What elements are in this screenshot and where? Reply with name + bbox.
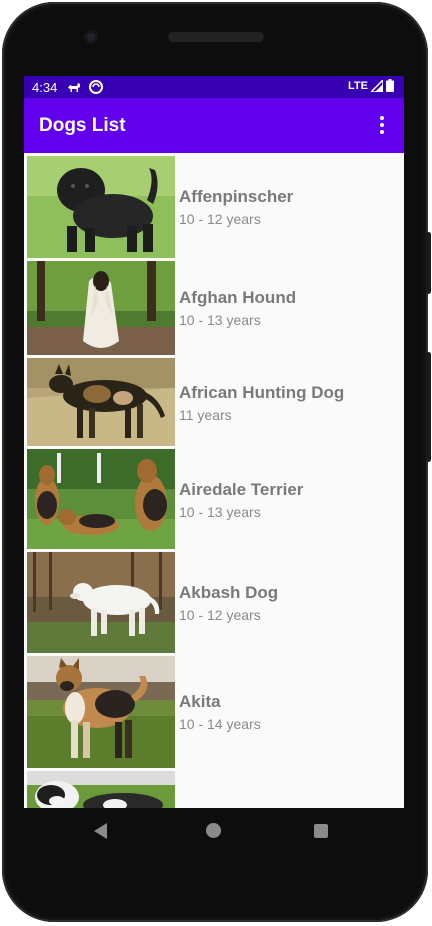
dog-name: Airedale Terrier xyxy=(179,480,304,499)
list-item-akita[interactable]: Akita 10 - 14 years xyxy=(24,656,404,768)
dog-photo xyxy=(27,261,175,355)
signal-icon xyxy=(371,79,383,92)
dog-life-span: 10 - 13 years xyxy=(179,312,261,328)
dog-photo xyxy=(27,552,175,653)
dog-photo xyxy=(27,656,175,768)
dog-photo xyxy=(27,156,175,258)
list-item-affenpinscher[interactable]: Affenpinscher 10 - 12 years xyxy=(24,156,404,258)
dog-name: Akbash Dog xyxy=(179,583,279,602)
dog-photo xyxy=(27,771,175,808)
status-right: LTE xyxy=(348,79,394,92)
dog-name: African Hunting Dog xyxy=(179,383,345,402)
list-item-akbash-dog[interactable]: Akbash Dog 10 - 12 years xyxy=(24,552,404,653)
list-item-partial[interactable] xyxy=(24,771,404,808)
battery-icon xyxy=(386,79,394,92)
power-button xyxy=(426,232,431,294)
earpiece-speaker xyxy=(168,32,264,42)
dog-life-span: 10 - 12 years xyxy=(179,607,261,623)
list-item-afghan-hound[interactable]: Afghan Hound 10 - 13 years xyxy=(24,261,404,355)
back-icon[interactable] xyxy=(94,823,107,839)
network-label: LTE xyxy=(348,79,368,92)
front-camera xyxy=(84,30,98,44)
dog-photo xyxy=(27,358,175,446)
dog-name: Afghan Hound xyxy=(179,288,297,307)
dog-list: Affenpinscher 10 - 12 years Afghan Hound xyxy=(24,153,404,808)
overflow-menu-icon[interactable] xyxy=(370,110,394,140)
app-bar: Dogs List xyxy=(24,98,404,153)
dog-photo xyxy=(27,449,175,549)
status-time: 4:34 xyxy=(32,80,58,95)
app-title: Dogs List xyxy=(39,115,126,136)
dog-name: Akita xyxy=(179,692,221,711)
sync-icon xyxy=(89,80,103,94)
list-item-african-hunting-dog[interactable]: African Hunting Dog 11 years xyxy=(24,358,404,446)
recents-icon[interactable] xyxy=(314,824,328,838)
list-item-airedale-terrier[interactable]: Airedale Terrier 10 - 13 years xyxy=(24,449,404,549)
status-bar: 4:34 LTE xyxy=(24,76,404,98)
dog-icon xyxy=(68,83,80,92)
dog-name: Affenpinscher xyxy=(179,187,294,206)
volume-button xyxy=(426,352,431,462)
dog-life-span: 10 - 14 years xyxy=(179,716,261,732)
home-icon[interactable] xyxy=(206,823,221,838)
app-screen: 4:34 LTE Dogs List Affenpinscher 10 - 12… xyxy=(24,76,404,808)
dog-life-span: 10 - 13 years xyxy=(179,504,261,520)
system-nav-bar xyxy=(24,808,404,854)
dog-life-span: 10 - 12 years xyxy=(179,211,261,227)
dog-life-span: 11 years xyxy=(179,407,232,423)
